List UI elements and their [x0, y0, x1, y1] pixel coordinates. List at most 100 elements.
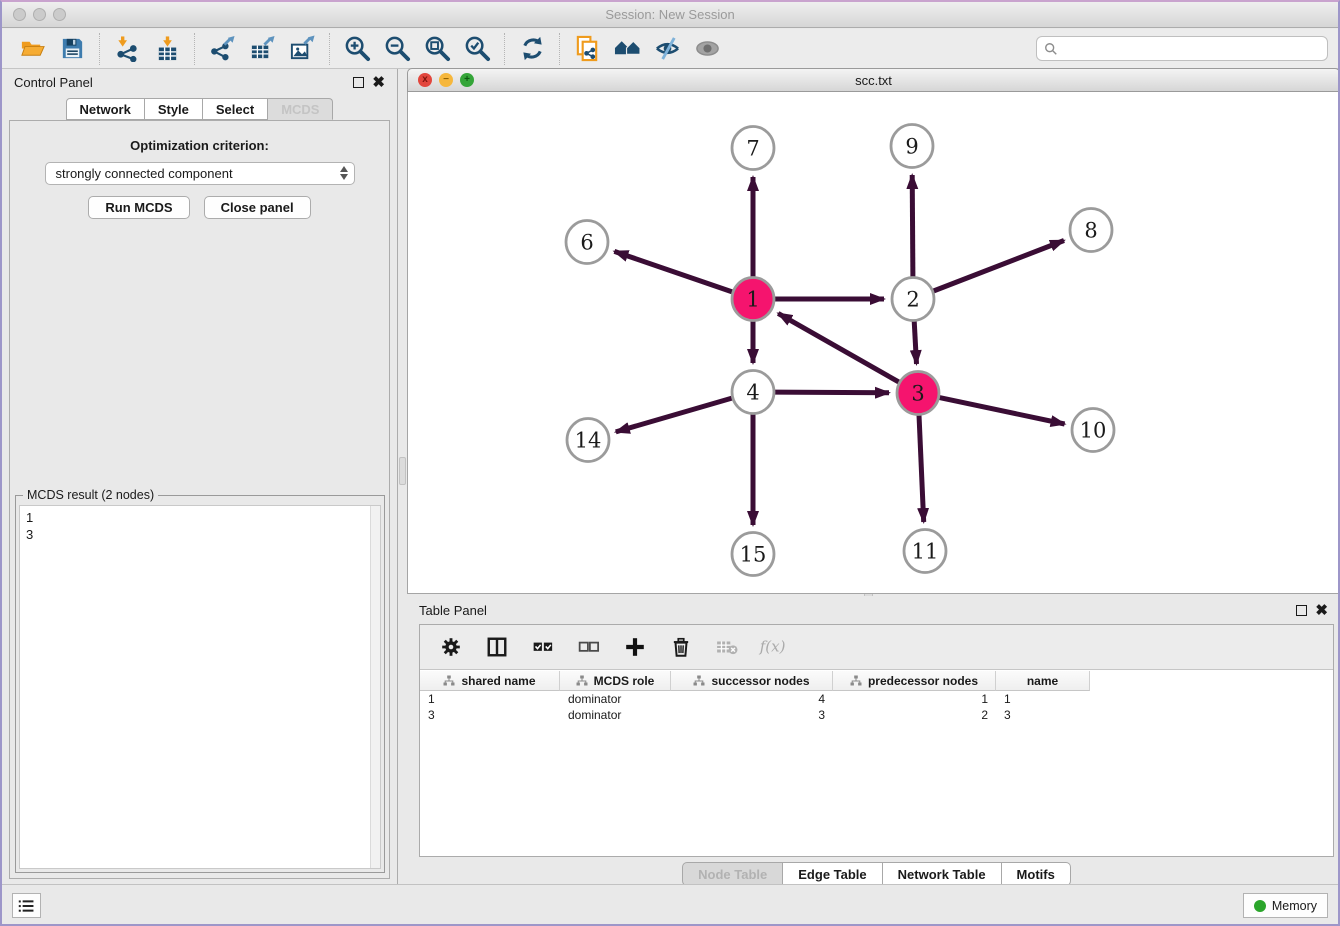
table-cell: 1 — [996, 691, 1090, 707]
network-canvas[interactable]: 7 9 6 8 1 2 4 3 14 10 15 11 — [407, 92, 1340, 594]
table-row[interactable]: 1dominator411 — [420, 691, 1333, 707]
tab-node-table[interactable]: Node Table — [682, 862, 783, 886]
float-panel-icon[interactable] — [353, 77, 364, 88]
close-panel-button[interactable]: Close panel — [204, 196, 311, 219]
column-header-predecessor-nodes[interactable]: predecessor nodes — [833, 671, 996, 691]
tab-style[interactable]: Style — [145, 98, 203, 120]
graph-node-4[interactable]: 4 — [732, 371, 774, 414]
graph-node-3[interactable]: 3 — [897, 372, 939, 415]
graph-edge-1-6[interactable] — [614, 251, 732, 292]
table-cell: 1 — [420, 691, 560, 707]
float-table-panel-icon[interactable] — [1296, 605, 1307, 616]
close-table-panel-icon[interactable]: ✖ — [1315, 605, 1328, 616]
export-network-icon[interactable] — [207, 34, 237, 64]
mcds-result-group: MCDS result (2 nodes) 13 — [15, 495, 385, 873]
graph-edge-4-14[interactable] — [616, 398, 732, 432]
delete-icon[interactable] — [666, 632, 696, 662]
svg-text:11: 11 — [912, 540, 939, 564]
network-from-selection-icon[interactable] — [572, 34, 602, 64]
graph-edge-3-1[interactable] — [778, 313, 899, 382]
svg-text:f(x): f(x) — [759, 637, 786, 655]
hide-network-icon[interactable] — [652, 34, 682, 64]
column-header-successor-nodes[interactable]: successor nodes — [671, 671, 833, 691]
graph-node-15[interactable]: 15 — [732, 533, 774, 576]
graph-node-14[interactable]: 14 — [567, 419, 609, 462]
column-type-icon — [576, 675, 588, 687]
vertical-splitter-handle[interactable] — [399, 457, 406, 485]
network-maximize-button[interactable]: + — [460, 73, 474, 87]
node-table: f(x) shared nameMCDS rolesuccessor nodes… — [419, 624, 1334, 857]
export-image-icon[interactable] — [287, 34, 317, 64]
zoom-in-icon[interactable] — [342, 34, 372, 64]
column-header-shared-name[interactable]: shared name — [420, 671, 560, 691]
table-row[interactable]: 3dominator323 — [420, 707, 1333, 723]
graph-edge-2-9[interactable] — [912, 175, 913, 277]
export-table-icon[interactable] — [247, 34, 277, 64]
table-cell: 3 — [420, 707, 560, 723]
search-input[interactable] — [1063, 42, 1320, 56]
main-toolbar — [2, 29, 1338, 69]
tab-mcds[interactable]: MCDS — [268, 98, 333, 120]
tab-network-table[interactable]: Network Table — [883, 862, 1002, 886]
open-session-icon[interactable] — [17, 34, 47, 64]
zoom-selected-icon[interactable] — [462, 34, 492, 64]
criterion-select[interactable]: strongly connected component — [45, 162, 355, 185]
network-minimize-button[interactable]: − — [439, 73, 453, 87]
graph-node-2[interactable]: 2 — [892, 278, 934, 321]
log-console-button[interactable] — [12, 893, 41, 918]
columns-icon[interactable] — [482, 632, 512, 662]
svg-text:8: 8 — [1084, 219, 1097, 243]
zoom-fit-icon[interactable] — [422, 34, 452, 64]
network-close-button[interactable]: x — [418, 73, 432, 87]
graph-node-8[interactable]: 8 — [1070, 209, 1112, 252]
table-cell: dominator — [560, 691, 671, 707]
apply-layout-icon[interactable] — [517, 34, 547, 64]
graph-edge-2-3[interactable] — [914, 321, 916, 364]
table-cell: 2 — [833, 707, 996, 723]
graph-edge-3-11[interactable] — [919, 415, 924, 522]
select-all-icon[interactable] — [528, 632, 558, 662]
home-icon[interactable] — [612, 34, 642, 64]
column-header-name[interactable]: name — [996, 671, 1090, 691]
memory-button[interactable]: Memory — [1243, 893, 1328, 918]
graph-edge-4-3[interactable] — [775, 392, 889, 393]
import-network-icon[interactable] — [112, 34, 142, 64]
table-header-row: shared nameMCDS rolesuccessor nodesprede… — [420, 671, 1090, 691]
column-header-MCDS-role[interactable]: MCDS role — [560, 671, 671, 691]
graph-node-10[interactable]: 10 — [1072, 409, 1114, 452]
import-table-icon[interactable] — [152, 34, 182, 64]
save-session-icon[interactable] — [57, 34, 87, 64]
zoom-out-icon[interactable] — [382, 34, 412, 64]
svg-text:3: 3 — [911, 382, 924, 406]
network-graph: 7 9 6 8 1 2 4 3 14 10 15 11 — [408, 92, 1339, 592]
tab-network[interactable]: Network — [66, 98, 145, 120]
graph-edge-3-10[interactable] — [940, 398, 1065, 424]
svg-text:6: 6 — [580, 231, 593, 255]
graph-node-1[interactable]: 1 — [732, 278, 774, 321]
tab-motifs[interactable]: Motifs — [1002, 862, 1071, 886]
deselect-all-icon[interactable] — [574, 632, 604, 662]
table-cell: 3 — [996, 707, 1090, 723]
gear-icon[interactable] — [436, 632, 466, 662]
mcds-result-title: MCDS result (2 nodes) — [23, 488, 158, 502]
application-window: Session: New Session Control Panel ✖ Net… — [0, 0, 1340, 926]
graph-node-7[interactable]: 7 — [732, 127, 774, 170]
tab-edge-table[interactable]: Edge Table — [783, 862, 882, 886]
graph-node-6[interactable]: 6 — [566, 221, 608, 264]
mcds-result-list: 13 — [19, 505, 381, 869]
show-network-icon[interactable] — [692, 34, 722, 64]
result-item: 3 — [26, 526, 380, 543]
graph-node-9[interactable]: 9 — [891, 125, 933, 168]
run-mcds-button[interactable]: Run MCDS — [88, 196, 189, 219]
add-icon[interactable] — [620, 632, 650, 662]
result-scrollbar[interactable] — [370, 506, 380, 868]
search-box[interactable] — [1036, 36, 1328, 61]
graph-edge-2-8[interactable] — [934, 241, 1065, 292]
table-cell: dominator — [560, 707, 671, 723]
column-type-icon — [850, 675, 862, 687]
graph-node-11[interactable]: 11 — [904, 530, 946, 573]
tab-select[interactable]: Select — [203, 98, 268, 120]
close-panel-icon[interactable]: ✖ — [372, 77, 385, 88]
memory-label: Memory — [1272, 899, 1317, 913]
table-body: 1dominator4113dominator323 — [420, 691, 1333, 723]
